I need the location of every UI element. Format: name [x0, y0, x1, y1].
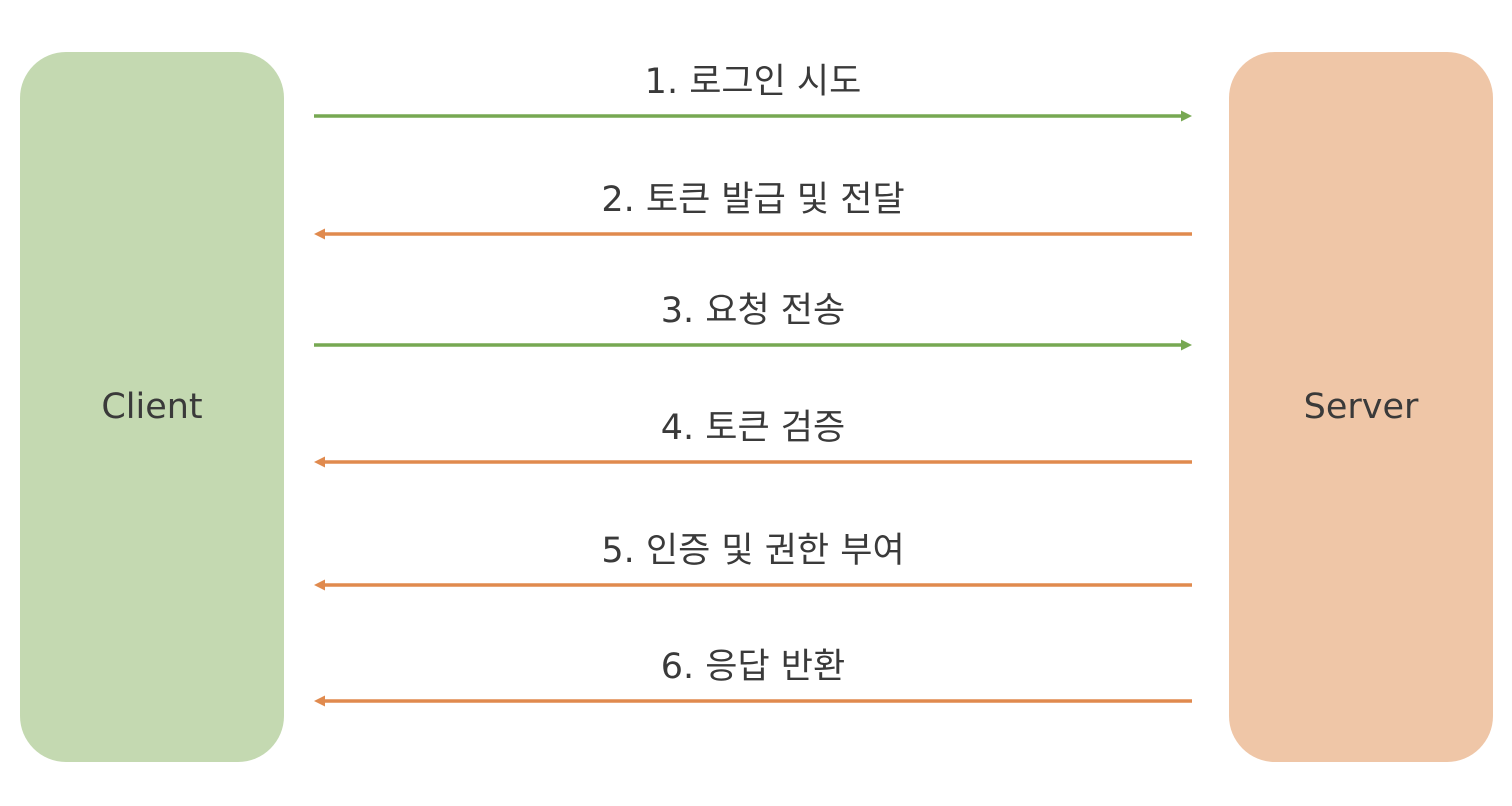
step-1-arrow	[314, 110, 1192, 122]
step-4-label: 4. 토큰 검증	[660, 408, 846, 448]
step-6-arrow	[314, 695, 1192, 707]
step-2-label: 2. 토큰 발급 및 전달	[601, 180, 905, 220]
arrowhead-left-icon	[314, 695, 325, 707]
arrowhead-left-icon	[314, 456, 325, 468]
step-2: 2. 토큰 발급 및 전달	[310, 178, 1196, 248]
step-3-label: 3. 요청 전송	[660, 291, 846, 331]
client-box: Client	[20, 52, 284, 762]
step-3-arrow	[314, 339, 1192, 351]
step-5-arrow	[314, 579, 1192, 591]
client-label: Client	[101, 387, 203, 427]
step-1: 1. 로그인 시도	[310, 60, 1196, 130]
arrowhead-left-icon	[314, 579, 325, 591]
step-4-arrow	[314, 456, 1192, 468]
step-6: 6. 응답 반환	[310, 645, 1196, 715]
arrowhead-right-icon	[1181, 110, 1192, 122]
server-box: Server	[1229, 52, 1493, 762]
step-2-arrow	[314, 228, 1192, 240]
arrowhead-right-icon	[1181, 339, 1192, 351]
step-5-label: 5. 인증 및 권한 부여	[601, 531, 905, 571]
arrowhead-left-icon	[314, 228, 325, 240]
step-3: 3. 요청 전송	[310, 289, 1196, 359]
step-5: 5. 인증 및 권한 부여	[310, 529, 1196, 599]
step-1-label: 1. 로그인 시도	[644, 62, 862, 102]
step-4: 4. 토큰 검증	[310, 406, 1196, 476]
step-6-label: 6. 응답 반환	[660, 647, 846, 687]
server-label: Server	[1303, 387, 1419, 427]
